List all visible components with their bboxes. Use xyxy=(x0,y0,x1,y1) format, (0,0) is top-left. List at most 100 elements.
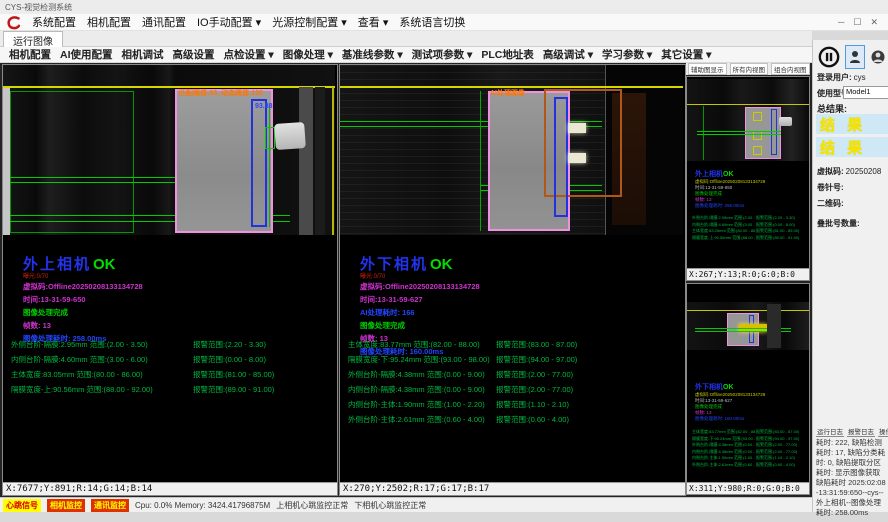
camera-monitor-badge: 相机监控 xyxy=(47,499,85,512)
menu-item-view[interactable]: 查看 ▾ xyxy=(358,14,389,30)
process-done: 图像处理完成 xyxy=(360,319,660,332)
vcode-value: 20250208 xyxy=(846,167,882,176)
menu-item-light-control[interactable]: 光源控制配置 ▾ xyxy=(272,14,347,30)
overlay-yellow-line xyxy=(3,86,335,88)
minimize-button[interactable]: ─ xyxy=(838,17,844,28)
mini-view-upper[interactable]: 外上相机OK 虚拟码:Offline20250208133134728 时间:1… xyxy=(686,76,810,281)
result-box-1: 结 果 xyxy=(816,114,888,134)
virtual-code: 虚拟码:Offline20250208133134728 xyxy=(23,280,323,293)
menu-item-system-config[interactable]: 系统配置 xyxy=(32,14,76,30)
result-ok: OK xyxy=(430,256,453,273)
mini-image-lower xyxy=(687,302,809,350)
camera-panel-upper: 匹配阈值:93, 动态阈值:100 93.88 外上相机OK 曝光:0/70 虚… xyxy=(2,64,338,496)
toolbar-camera-config[interactable]: 相机配置 xyxy=(9,47,51,62)
overlay-ai-label: AI处理图像 xyxy=(490,88,525,98)
toolbar-image-processing[interactable]: 图像处理 ▾ xyxy=(283,47,333,62)
close-button[interactable]: ✕ xyxy=(870,17,878,28)
view-tabs: 辅助图显示 所有内视图 组合内视图 xyxy=(686,63,810,75)
log-tabs: 运行日志 报警日志 操作日志 xyxy=(816,426,888,437)
roi-green-small xyxy=(265,127,275,149)
measure-row: 内侧台阶-隔膜:4.38mm 范围:(0.00 - 9.00)报警范围:(2.0… xyxy=(340,382,685,397)
measure-row: 隔膜宽度-下:95.24mm 范围:(93.00 - 98.00)报警范围:(9… xyxy=(340,352,685,367)
measure-row: 外侧台阶-隔膜:4.38mm 范围:(0.00 - 9.00)报警范围:(2.0… xyxy=(340,367,685,382)
toolbar-baseline-params[interactable]: 基准线参数 ▾ xyxy=(342,47,403,62)
mini-view-column: 辅助图显示 所有内视图 组合内视图 xyxy=(686,63,810,495)
view-tab-all[interactable]: 所有内视图 xyxy=(730,63,769,75)
menu-item-io-manual[interactable]: IO手动配置 ▾ xyxy=(197,14,261,30)
measure-row: 内侧台阶-主体:1.90mm 范围:(1.00 - 2.20)报警范围:(1.1… xyxy=(340,397,685,412)
model-select[interactable]: Model1 xyxy=(843,86,888,99)
menu-item-language[interactable]: 系统语言切换 xyxy=(399,14,465,30)
batch-row: 叠批号数量: xyxy=(817,218,860,229)
log-tab-operation[interactable]: 操作日志 xyxy=(878,426,888,437)
image-gray-band xyxy=(767,304,781,348)
toolbar: 相机配置 AI使用配置 相机调试 高级设置 点检设置 ▾ 图像处理 ▾ 基准线参… xyxy=(0,47,812,63)
measure-row: 隔膜宽度-上:90.56mm 范围:(88.00 - 92.00)报警范围:(8… xyxy=(3,382,337,397)
mini-measures-lower: 主体宽度:83.77mm 范围:(82.00 - 88.00)报警范围:(83.… xyxy=(692,429,799,468)
app-window: CYS-视觉检测系统 系统配置 相机配置 通讯配置 IO手动配置 ▾ 光源控制配… xyxy=(0,0,888,522)
roi-yellow-small xyxy=(753,112,762,121)
result-ok: OK xyxy=(93,256,116,273)
sidebar-icon-row xyxy=(816,44,888,70)
camera-image-upper[interactable]: 匹配阈值:93, 动态阈值:100 93.88 xyxy=(3,65,335,235)
maximize-button[interactable]: ☐ xyxy=(853,17,861,28)
menu-item-comm-config[interactable]: 通讯配置 xyxy=(142,14,186,30)
pause-icon xyxy=(818,46,840,68)
mini-info-lower: 外下相机OK 虚拟码:Offline20250208133134728 时间:1… xyxy=(695,382,765,422)
overlay-green-vline xyxy=(480,91,481,231)
login-user-label: 登录用户: xyxy=(817,73,852,82)
window-controls: ─ ☐ ✕ xyxy=(838,17,882,28)
overlay-yellow-line xyxy=(687,310,809,311)
menu-bar: 系统配置 相机配置 通讯配置 IO手动配置 ▾ 光源控制配置 ▾ 查看 ▾ 系统… xyxy=(0,14,888,31)
pause-button[interactable] xyxy=(816,44,842,70)
roi-green-rect xyxy=(10,91,134,233)
toolbar-learning-params[interactable]: 学习参数 ▾ xyxy=(602,47,652,62)
result-box-2: 结 果 xyxy=(816,137,888,157)
measure-row: 主体宽度:83.05mm 范围:(80.00 - 86.00)报警范围:(81.… xyxy=(3,367,337,382)
qr-row: 二维码: xyxy=(817,198,844,209)
mini-view-lower[interactable]: 外下相机OK 虚拟码:Offline20250208133134728 时间:1… xyxy=(686,283,810,495)
pixel-coords-upper: X:7677;Y:891;R:14;G:14;B:14 xyxy=(3,482,337,495)
cpu-memory-text: Cpu: 0.0% Memory: 3424.41796875M xyxy=(135,501,270,510)
camera-image-lower[interactable]: AI处理图像 xyxy=(340,65,683,235)
toolbar-ai-usage-config[interactable]: AI使用配置 xyxy=(60,47,113,62)
tab-highlight xyxy=(568,123,586,133)
user-button[interactable] xyxy=(845,45,865,69)
toolbar-plc-address[interactable]: PLC地址表 xyxy=(481,47,534,62)
mini-info-upper: 外上相机OK 虚拟码:Offline20250208133134728 时间:1… xyxy=(695,169,765,209)
tab-highlight xyxy=(568,153,586,163)
user-icon xyxy=(849,50,861,64)
capture-time: 时间:13-31-59-650 xyxy=(23,293,323,306)
heartbeat-badge: 心跳信号 xyxy=(3,499,41,512)
pixel-coords-lower: X:270;Y:2502;R:17;G:17;B:17 xyxy=(340,482,685,495)
overlay-threshold-text: 匹配阈值:93, 动态阈值:100 xyxy=(179,88,263,98)
roi-yellow-small xyxy=(753,146,762,155)
image-dark-band xyxy=(315,87,325,235)
toolbar-test-params[interactable]: 测试项参数 ▾ xyxy=(412,47,473,62)
measurement-list-lower: 主体宽度:83.77mm 范围:(82.00 - 88.00)报警范围:(83.… xyxy=(340,337,685,427)
overlay-yellow-vline xyxy=(332,87,334,235)
log-tab-run[interactable]: 运行日志 xyxy=(816,426,844,437)
window-title: CYS-视觉检测系统 xyxy=(5,3,72,12)
measure-row: 外侧台阶-隔膜:2.95mm 范围:(2.00 - 3.50)报警范围:(2.2… xyxy=(3,337,337,352)
mini-coords-lower: X:311;Y:980;R:0;G:0;B:0 xyxy=(687,482,809,494)
roi-yellow-small xyxy=(753,131,762,140)
toolbar-advanced-settings[interactable]: 高级设置 xyxy=(173,47,215,62)
log-tab-alarm[interactable]: 报警日志 xyxy=(847,426,875,437)
camera-panel-lower: AI处理图像 外下相机OK 曝光:0/70 虚拟码:Offline2025020… xyxy=(339,64,686,496)
tab-strip: 运行图像 xyxy=(0,31,812,47)
ai-elapsed: AI处理耗时: 166 xyxy=(360,306,660,319)
operator-button[interactable] xyxy=(868,45,888,69)
toolbar-camera-debug[interactable]: 相机调试 xyxy=(122,47,164,62)
process-done: 图像处理完成 xyxy=(23,306,323,319)
menu-item-camera-config[interactable]: 相机配置 xyxy=(87,14,131,30)
view-tab-combined[interactable]: 组合内视图 xyxy=(771,63,810,75)
needle-row: 卷针号: xyxy=(817,182,844,193)
overlay-measure-value: 93.88 xyxy=(255,103,273,110)
toolbar-other-settings[interactable]: 其它设置 ▾ xyxy=(661,47,711,62)
view-tab-aux[interactable]: 辅助图显示 xyxy=(688,63,727,75)
tab-object xyxy=(779,117,792,126)
toolbar-advanced-debug[interactable]: 高级调试 ▾ xyxy=(543,47,593,62)
toolbar-spot-check[interactable]: 点检设置 ▾ xyxy=(224,47,274,62)
vcode-label: 虚拟码: xyxy=(817,167,844,176)
